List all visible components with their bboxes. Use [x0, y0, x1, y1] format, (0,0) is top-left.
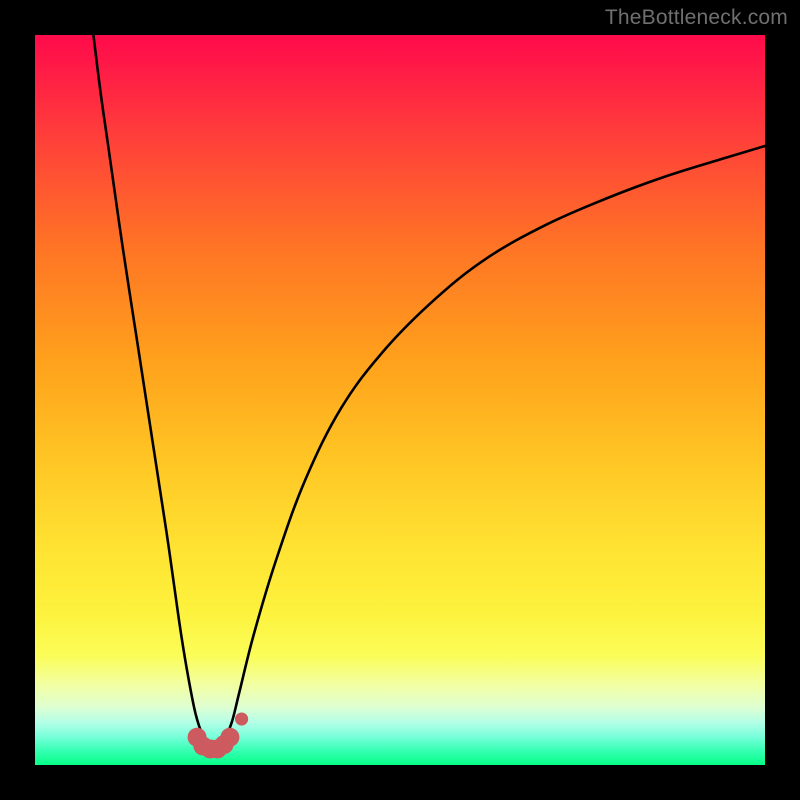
curves-svg [35, 35, 765, 765]
plot-area [35, 35, 765, 765]
watermark-text: TheBottleneck.com [605, 6, 788, 30]
left-curve [93, 35, 224, 749]
chart-frame: TheBottleneck.com [0, 0, 800, 800]
marker-point [220, 728, 239, 747]
marker-point [235, 712, 248, 725]
right-curve [225, 146, 765, 739]
